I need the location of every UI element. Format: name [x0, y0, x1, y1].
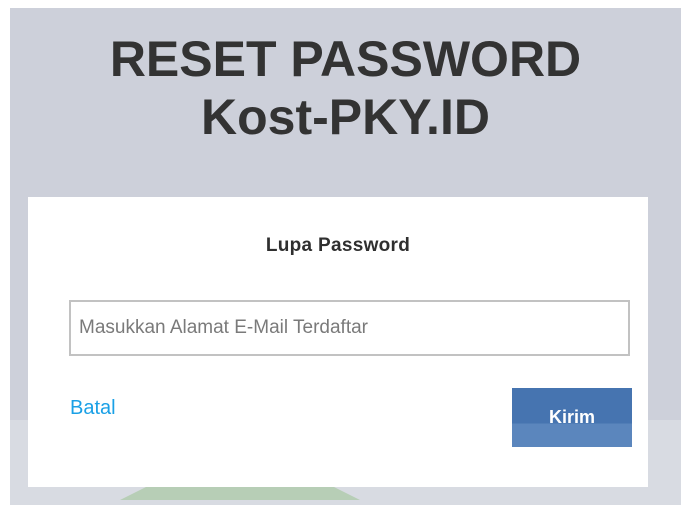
page-title-line2: Kost-PKY.ID: [201, 89, 490, 145]
submit-button[interactable]: Kirim: [512, 388, 632, 447]
page: RESET PASSWORD Kost-PKY.ID Lupa Password…: [0, 0, 681, 505]
reset-password-card: Lupa Password Batal Kirim: [28, 197, 648, 487]
page-title: RESET PASSWORD Kost-PKY.ID: [10, 30, 681, 146]
cancel-link[interactable]: Batal: [70, 397, 116, 420]
page-title-line1: RESET PASSWORD: [109, 31, 582, 87]
card-title: Lupa Password: [265, 235, 411, 256]
email-field[interactable]: [69, 300, 630, 356]
